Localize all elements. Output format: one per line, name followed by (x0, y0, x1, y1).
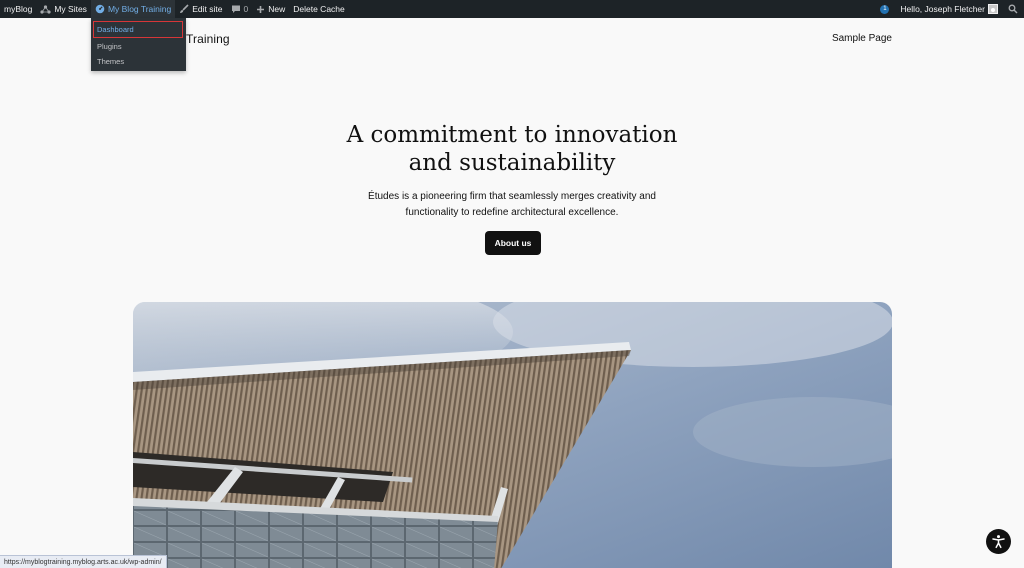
plus-icon (256, 5, 265, 14)
current-site-menu[interactable]: My Blog Training (90, 0, 176, 18)
site-title-text: Training (186, 32, 230, 46)
hero-description: Études is a pioneering firm that seamles… (0, 189, 1024, 221)
edit-site-label: Edit site (192, 4, 223, 14)
accessibility-button[interactable] (986, 529, 1011, 554)
comments-link[interactable]: 0 (227, 0, 253, 18)
submenu-dashboard[interactable]: Dashboard (93, 21, 183, 38)
new-content-menu[interactable]: New (252, 0, 289, 18)
hero-description-line1: Études is a pioneering firm that seamles… (368, 191, 656, 202)
nav-sample-page[interactable]: Sample Page (832, 33, 892, 44)
my-sites-label: My Sites (54, 4, 87, 14)
site-title[interactable]: Training (186, 32, 230, 46)
notification-badge[interactable]: 1 (880, 4, 890, 14)
hero-heading-line2: and sustainability (408, 150, 616, 176)
my-sites-menu[interactable]: My Sites (36, 0, 91, 18)
account-menu[interactable]: Hello, Joseph Fletcher (896, 0, 1004, 18)
hero-image (133, 302, 892, 568)
hero-heading-line1: A commitment to innovation (346, 122, 678, 148)
submenu-plugins[interactable]: Plugins (91, 39, 186, 54)
accessibility-icon (991, 534, 1006, 549)
brand-link[interactable]: myBlog (0, 0, 36, 18)
avatar (988, 4, 998, 14)
speedometer-icon (95, 4, 105, 14)
submenu-themes[interactable]: Themes (91, 54, 186, 69)
network-icon (40, 4, 51, 14)
brush-icon (179, 4, 189, 14)
delete-cache-label: Delete Cache (293, 4, 345, 14)
greeting-label: Hello, Joseph Fletcher (900, 4, 985, 14)
delete-cache-link[interactable]: Delete Cache (289, 0, 349, 18)
comment-icon (231, 4, 241, 14)
search-icon (1008, 4, 1018, 14)
site-submenu: Dashboard Plugins Themes (91, 18, 186, 71)
new-label: New (268, 4, 286, 14)
current-site-label: My Blog Training (107, 4, 172, 14)
comments-count: 0 (243, 4, 249, 14)
hero-description-line2: functionality to redefine architectural … (405, 207, 619, 218)
admin-bar: myBlog My Sites My Blog Training Edit si… (0, 0, 1024, 18)
brand-label: myBlog (4, 4, 33, 14)
hero-heading: A commitment to innovation and sustainab… (0, 121, 1024, 177)
status-url-bar: https://myblogtraining.myblog.arts.ac.uk… (0, 555, 167, 568)
search-button[interactable] (1004, 0, 1024, 18)
edit-site-link[interactable]: Edit site (175, 0, 226, 18)
about-us-button[interactable]: About us (485, 231, 541, 255)
